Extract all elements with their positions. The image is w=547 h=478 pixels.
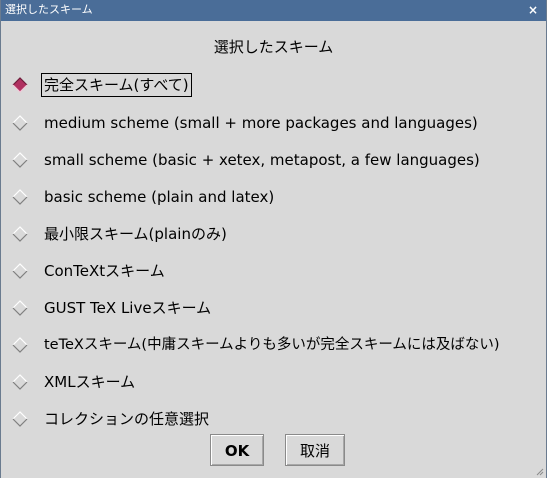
scheme-option-label: 最小限スキーム(plainのみ) [44,224,227,243]
scheme-option-minimal[interactable]: 最小限スキーム(plainのみ) [9,215,503,252]
scheme-option-label: XMLスキーム [44,372,136,391]
button-row: OK 取消 [1,434,546,468]
scheme-option-label: medium scheme (small + more packages and… [44,113,478,132]
scheme-option-custom[interactable]: コレクションの任意選択 [9,400,503,437]
title-bar[interactable]: 選択したスキーム × [1,0,546,21]
scheme-option-small[interactable]: small scheme (basic + xetex, metapost, a… [9,141,503,178]
radio-unselected-icon[interactable] [9,371,31,393]
scheme-option-label: basic scheme (plain and latex) [44,187,275,206]
scheme-option-context[interactable]: ConTeXtスキーム [9,252,503,289]
radio-unselected-icon[interactable] [9,149,31,171]
scheme-option-label: small scheme (basic + xetex, metapost, a… [44,150,480,169]
scheme-option-tetex[interactable]: teTeXスキーム(中庸スキームよりも多いが完全スキームには及ばない) [9,326,503,363]
scheme-option-full[interactable]: 完全スキーム(すべて) [9,66,503,104]
scheme-option-xml[interactable]: XMLスキーム [9,363,503,400]
radio-unselected-icon[interactable] [9,223,31,245]
ok-button[interactable]: OK [210,434,264,466]
radio-unselected-icon[interactable] [9,186,31,208]
radio-unselected-icon[interactable] [9,260,31,282]
scheme-option-basic[interactable]: basic scheme (plain and latex) [9,178,503,215]
scheme-option-label: GUST TeX Liveスキーム [44,298,212,317]
scheme-option-label: teTeXスキーム(中庸スキームよりも多いが完全スキームには及ばない) [44,336,500,353]
scheme-options: 完全スキーム(すべて) medium scheme (small + more … [9,66,503,437]
window-title: 選択したスキーム [5,3,93,16]
close-icon[interactable]: × [526,3,540,17]
cancel-button[interactable]: 取消 [285,434,345,466]
radio-unselected-icon[interactable] [9,297,31,319]
radio-selected-icon[interactable] [9,74,31,96]
scheme-option-gust[interactable]: GUST TeX Liveスキーム [9,289,503,326]
scheme-option-label: コレクションの任意選択 [44,409,210,428]
radio-unselected-icon[interactable] [9,334,31,356]
radio-unselected-icon[interactable] [9,112,31,134]
scheme-option-label: ConTeXtスキーム [44,261,165,280]
scheme-option-label: 完全スキーム(すべて) [41,73,192,97]
dialog-heading: 選択したスキーム [213,38,334,56]
dialog-window: 選択したスキーム × 選択したスキーム 完全スキーム(すべて) medium s… [0,0,547,478]
resize-grip-icon[interactable] [536,468,544,476]
radio-unselected-icon[interactable] [9,408,31,430]
scheme-option-medium[interactable]: medium scheme (small + more packages and… [9,104,503,141]
